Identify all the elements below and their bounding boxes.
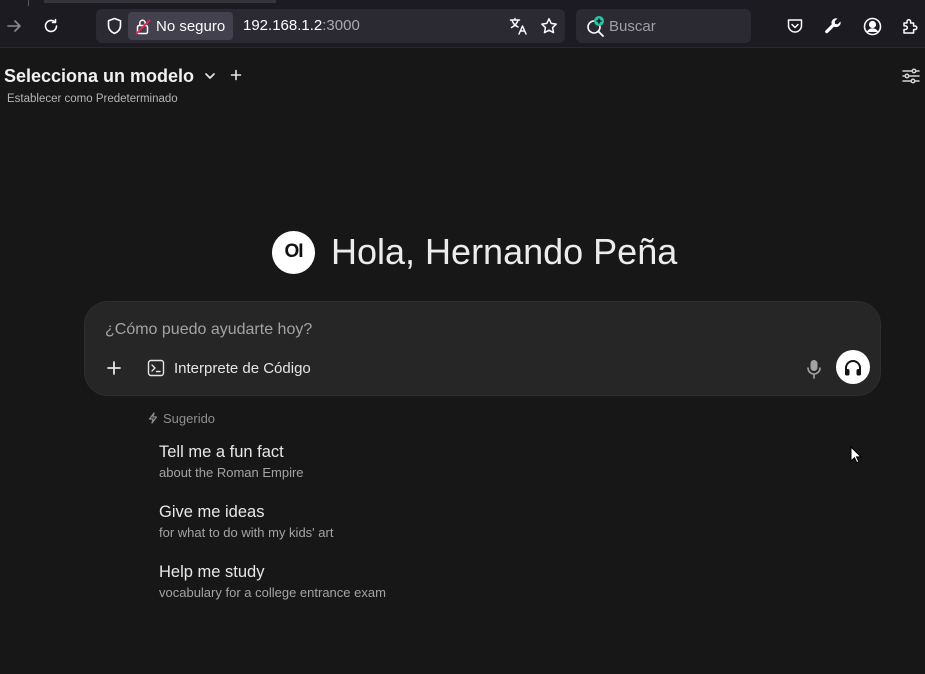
translate-icon [509,17,527,35]
model-selector-label: Selecciona un modelo [4,65,195,86]
suggested-label: Sugerido [163,410,216,426]
tracking-protection-button[interactable] [100,12,128,40]
url-port: :3000 [322,17,360,34]
more-options-button[interactable] [103,357,125,379]
pocket-icon [787,19,803,33]
active-tab-edge [44,0,276,3]
bookmark-button[interactable] [535,12,563,40]
search-input[interactable] [609,9,745,43]
suggestion-title: Tell me a fun fact [159,443,284,461]
reload-button[interactable] [37,12,65,40]
suggestion-subtitle: for what to do with my kids' art [159,525,334,540]
set-default-link[interactable]: Establecer como Predeterminado [7,93,178,105]
terminal-icon [147,359,165,377]
suggestion-subtitle: vocabulary for a college entrance exam [159,585,386,600]
account-icon [863,17,881,35]
account-button[interactable] [858,12,886,40]
chevron-down-icon [205,73,215,79]
greeting-text: Hola, Hernando Peña [331,231,678,272]
suggestion-item[interactable]: Give me ideas for what to do with my kid… [159,502,559,542]
voice-mode-button[interactable] [836,350,870,384]
suggestion-subtitle: about the Roman Empire [159,465,304,480]
headphones-icon [845,359,861,375]
forward-button[interactable] [0,12,28,40]
arrow-right-icon [7,20,21,32]
security-indicator[interactable]: No seguro [128,12,233,40]
sliders-icon [902,68,920,84]
suggestion-title: Help me study [159,563,265,581]
plus-icon [230,69,242,81]
tools-button[interactable] [819,12,847,40]
translate-button[interactable] [505,12,533,40]
add-model-button[interactable] [227,65,245,85]
star-icon [541,18,557,34]
tab-divider [28,0,29,6]
code-interpreter-button[interactable]: Interprete de Código [147,356,311,380]
url-host: 192.168.1.2 [243,17,323,34]
reload-icon [44,18,58,33]
suggested-header: Sugerido [147,410,215,426]
wrench-icon [825,18,841,34]
shield-icon [107,17,121,35]
dictate-button[interactable] [803,356,825,382]
browser-toolbar: No seguro 192.168.1.2:3000 [0,0,925,48]
address-bar[interactable]: No seguro 192.168.1.2:3000 [96,9,565,43]
suggestion-item[interactable]: Help me study vocabulary for a college e… [159,562,559,602]
search-engine-icon [584,14,608,38]
mouse-cursor-icon [850,446,862,464]
chat-input[interactable] [105,318,785,342]
suggestion-title: Give me ideas [159,503,265,521]
greeting: OI Hola, Hernando Peña [272,230,677,274]
pocket-button[interactable] [781,12,809,40]
extensions-button[interactable] [896,12,924,40]
bolt-icon [148,412,158,424]
microphone-icon [807,360,821,379]
url-text[interactable]: 192.168.1.2:3000 [243,17,360,34]
search-box[interactable] [576,9,751,43]
chat-input-container: Interprete de Código [84,301,881,396]
plus-icon [107,361,121,375]
app-logo: OI [272,230,315,274]
code-interpreter-label: Interprete de Código [174,359,311,377]
security-label: No seguro [156,17,226,35]
insecure-lock-icon [135,18,151,35]
model-selector[interactable]: Selecciona un modelo [4,64,216,88]
logo-text: OI [284,241,303,262]
puzzle-icon [903,18,918,34]
chat-controls-button[interactable] [899,64,923,88]
suggestion-item[interactable]: Tell me a fun fact about the Roman Empir… [159,442,559,482]
